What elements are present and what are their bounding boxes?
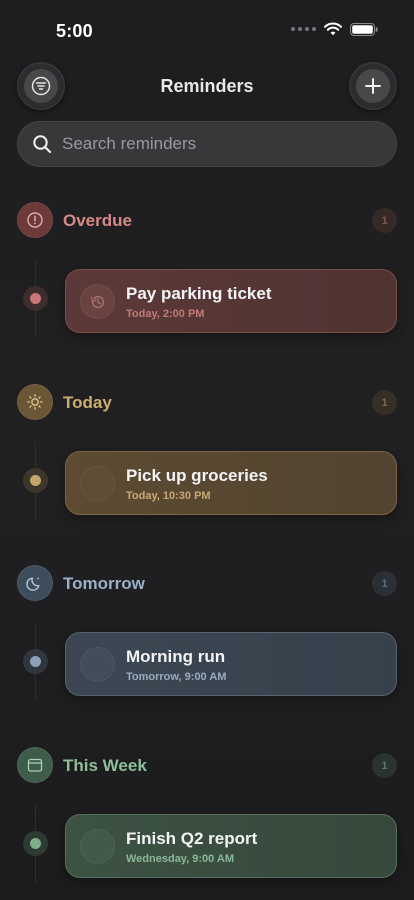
status-time: 5:00 <box>56 21 93 41</box>
section-count-badge: 1 <box>372 390 397 415</box>
status-bar: 5:00 <box>0 0 414 60</box>
section-title: Tomorrow <box>63 574 145 593</box>
status-icons <box>291 22 378 36</box>
reminder-due: Tomorrow, 9:00 AM <box>126 671 227 683</box>
signal-dots-icon <box>291 27 316 31</box>
moon-icon <box>17 565 53 601</box>
reminder-title: Pick up groceries <box>126 466 268 485</box>
reminder-due: Today, 10:30 PM <box>126 490 211 502</box>
section-overdue: Overdue 1 Pay parking ticket Today, 2:00… <box>0 202 414 352</box>
section-tomorrow: Tomorrow 1 Morning run Tomorrow, 9:00 AM <box>0 565 414 715</box>
reminder-status-icon <box>80 829 115 864</box>
section-count-badge: 1 <box>372 571 397 596</box>
section-title: This Week <box>63 756 147 775</box>
search-icon <box>33 135 52 154</box>
add-reminder-button[interactable] <box>349 62 397 110</box>
timeline-dot <box>23 468 48 493</box>
plus-icon <box>356 69 390 103</box>
calendar-icon <box>17 747 53 783</box>
reminder-status-icon <box>80 466 115 501</box>
timeline-dot <box>23 649 48 674</box>
reminder-title: Morning run <box>126 647 226 666</box>
timeline-dot <box>23 831 48 856</box>
header: Reminders <box>0 62 414 112</box>
section-title: Today <box>63 393 112 412</box>
reminder-title: Pay parking ticket <box>126 284 272 303</box>
reminder-status-icon <box>80 647 115 682</box>
wifi-icon <box>324 22 342 36</box>
reminder-card[interactable]: Pay parking ticket Today, 2:00 PM <box>65 269 397 333</box>
search-input[interactable] <box>62 134 382 154</box>
reminder-due: Today, 2:00 PM <box>126 308 205 320</box>
reminder-card[interactable]: Finish Q2 report Wednesday, 9:00 AM <box>65 814 397 878</box>
section-title: Overdue <box>63 211 132 230</box>
section-count-badge: 1 <box>372 753 397 778</box>
section-count-badge: 1 <box>372 208 397 233</box>
history-icon <box>80 284 115 319</box>
reminder-card[interactable]: Pick up groceries Today, 10:30 PM <box>65 451 397 515</box>
section-this-week: This Week 1 Finish Q2 report Wednesday, … <box>0 747 414 897</box>
reminder-title: Finish Q2 report <box>126 829 258 848</box>
section-today: Today 1 Pick up groceries Today, 10:30 P… <box>0 384 414 534</box>
timeline-dot <box>23 286 48 311</box>
sun-icon <box>17 384 53 420</box>
battery-icon <box>350 22 378 36</box>
reminder-due: Wednesday, 9:00 AM <box>126 853 234 865</box>
reminder-card[interactable]: Morning run Tomorrow, 9:00 AM <box>65 632 397 696</box>
search-bar[interactable] <box>17 121 397 167</box>
alert-circle-icon <box>17 202 53 238</box>
